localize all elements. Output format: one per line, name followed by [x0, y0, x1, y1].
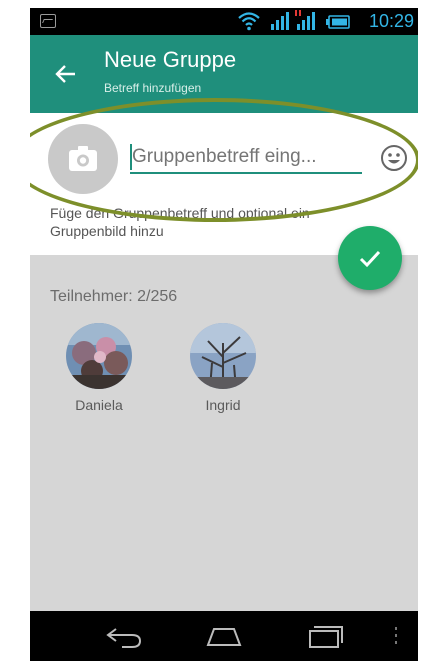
member-daniela[interactable]: Daniela — [54, 323, 144, 413]
clock-time: 10:29 — [368, 11, 414, 31]
app-bar: Neue Gruppe Betreff hinzufügen — [30, 35, 418, 113]
subject-hint-text: Füge den Gruppenbetreff und optional ein… — [50, 205, 310, 239]
overflow-menu-icon[interactable] — [386, 621, 406, 651]
camera-icon — [69, 146, 97, 171]
avatar — [66, 323, 132, 389]
participant-count: Teilnehmer: 2/256 — [50, 288, 178, 305]
back-nav-icon[interactable] — [104, 621, 144, 651]
participants-section: Teilnehmer: 2/256 Daniela Ingrid — [30, 255, 418, 611]
member-name: Ingrid — [205, 397, 241, 413]
group-photo-button[interactable] — [48, 124, 118, 194]
avatar — [190, 323, 256, 389]
checkmark-icon — [359, 250, 381, 268]
page-subtitle: Betreff hinzufügen — [104, 81, 202, 95]
phone-screen: 10:29 Neue Gruppe Betreff hinzufügen Füg… — [30, 8, 418, 661]
signal-icon — [271, 12, 289, 30]
navigation-bar — [30, 611, 418, 661]
member-ingrid[interactable]: Ingrid — [178, 323, 268, 413]
text-cursor — [130, 144, 132, 170]
back-arrow-icon[interactable] — [54, 63, 76, 85]
home-nav-icon[interactable] — [204, 621, 244, 651]
group-subject-input[interactable] — [130, 142, 362, 174]
image-notification-icon — [40, 14, 56, 28]
confirm-fab-button[interactable] — [338, 226, 402, 290]
signal-no-data-icon — [295, 10, 315, 30]
recent-apps-icon[interactable] — [306, 621, 346, 651]
page-title: Neue Gruppe — [104, 47, 237, 72]
status-bar: 10:29 — [30, 8, 418, 35]
member-name: Daniela — [75, 397, 123, 413]
battery-icon — [326, 15, 350, 29]
wifi-icon — [238, 12, 260, 31]
emoji-icon[interactable] — [380, 144, 408, 172]
